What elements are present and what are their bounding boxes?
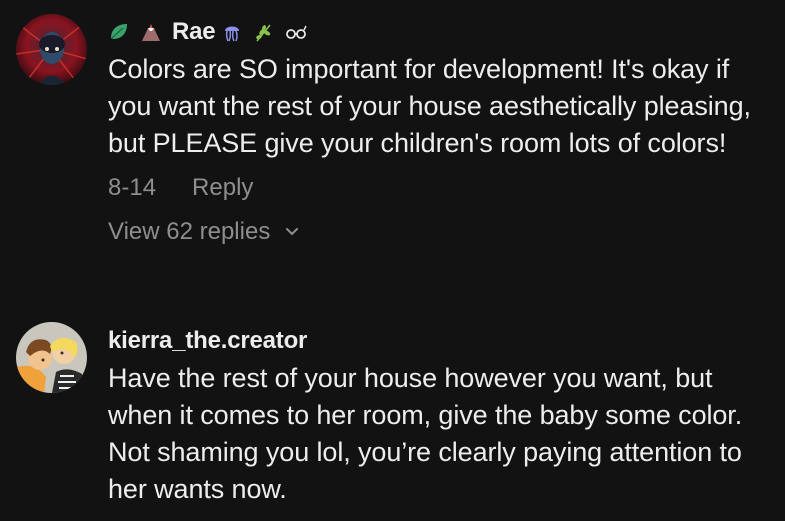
comment-text: Have the rest of your house however you … [108, 363, 743, 504]
comment-text: Colors are SO important for development!… [108, 54, 751, 158]
view-replies-button[interactable]: View 62 replies [108, 218, 775, 246]
comment-date: 8-14 [108, 174, 157, 201]
jellyfish-icon [221, 21, 243, 43]
comment-username[interactable]: Rae [172, 18, 216, 46]
comment-author-row[interactable]: Rae [108, 17, 775, 47]
comment-meta: 8-14 Reply [108, 174, 775, 202]
reply-button[interactable]: Reply [192, 174, 253, 202]
avatar[interactable] [16, 14, 87, 85]
leaf-icon [108, 21, 130, 43]
glasses-icon [285, 21, 308, 43]
volcano-icon [140, 21, 162, 43]
avatar[interactable] [16, 322, 87, 393]
herb-icon [253, 21, 275, 43]
view-replies-label: View 62 replies [108, 218, 271, 245]
chevron-down-icon [286, 228, 299, 236]
comment-author-row[interactable]: kierra_the.creator [108, 326, 775, 356]
comment-username[interactable]: kierra_the.creator [108, 327, 307, 355]
